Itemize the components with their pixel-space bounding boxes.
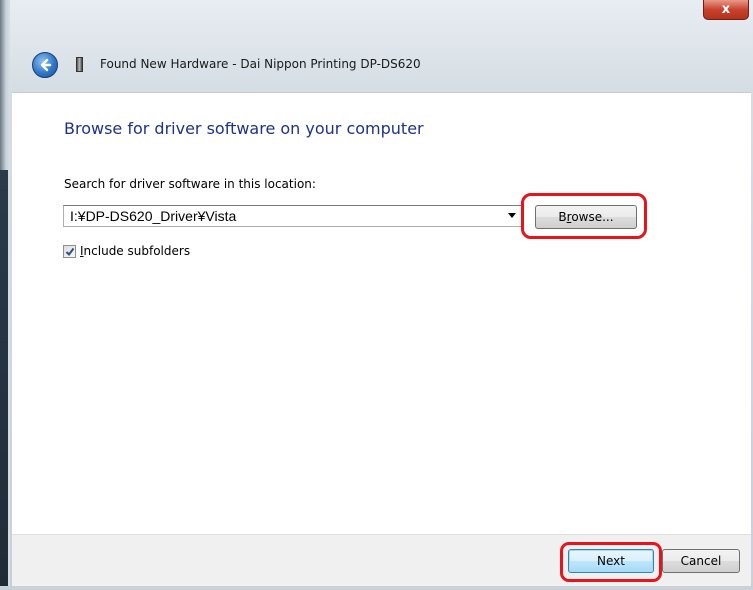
browse-label-suffix: owse... xyxy=(571,210,614,224)
checkmark-icon xyxy=(65,247,75,257)
include-subfolders-label[interactable]: Include subfolders xyxy=(80,244,190,258)
back-button[interactable] xyxy=(32,52,58,78)
location-path-value[interactable]: I:¥DP-DS620_Driver¥Vista xyxy=(70,208,236,224)
window-frame-bottom xyxy=(0,586,753,590)
browse-label-prefix: B xyxy=(558,210,567,224)
location-combobox[interactable]: I:¥DP-DS620_Driver¥Vista xyxy=(63,205,523,227)
close-icon: x xyxy=(721,2,731,17)
chevron-down-icon[interactable] xyxy=(508,213,516,218)
main-content: Browse for driver software on your compu… xyxy=(12,92,751,534)
button-footer: Next Cancel xyxy=(12,534,751,586)
include-subfolders-checkbox[interactable] xyxy=(63,245,76,258)
include-label-rest: nclude subfolders xyxy=(83,244,191,258)
hardware-device-icon xyxy=(76,57,83,72)
close-button[interactable]: x xyxy=(703,0,749,20)
title-bar: x Found New Hardware - Dai Nippon Printi… xyxy=(10,0,753,92)
search-location-label: Search for driver software in this locat… xyxy=(64,177,316,191)
window-frame-shadow xyxy=(0,170,8,590)
next-button[interactable]: Next xyxy=(568,549,654,573)
cancel-button[interactable]: Cancel xyxy=(662,549,740,573)
wizard-window: x Found New Hardware - Dai Nippon Printi… xyxy=(0,0,753,590)
back-arrow-icon xyxy=(40,58,52,72)
page-heading: Browse for driver software on your compu… xyxy=(64,119,424,138)
browse-button[interactable]: Browse... xyxy=(535,205,637,229)
window-title: Found New Hardware - Dai Nippon Printing… xyxy=(100,57,421,71)
